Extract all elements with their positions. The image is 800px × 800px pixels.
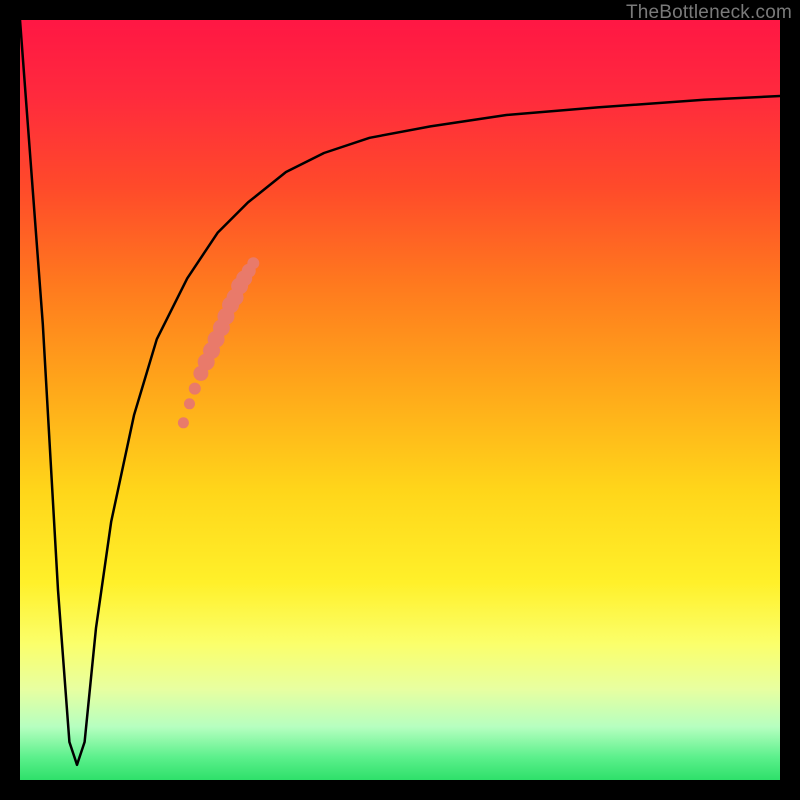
plot-area	[20, 20, 780, 780]
bottleneck-curve	[20, 20, 780, 765]
highlight-dot	[247, 257, 259, 269]
highlight-dot	[184, 398, 195, 409]
watermark-text: TheBottleneck.com	[626, 2, 792, 24]
plot-svg	[20, 20, 780, 780]
highlight-dot	[189, 383, 201, 395]
chart-frame: TheBottleneck.com	[0, 0, 800, 800]
highlight-dots-group	[178, 257, 259, 428]
highlight-dot	[178, 417, 189, 428]
